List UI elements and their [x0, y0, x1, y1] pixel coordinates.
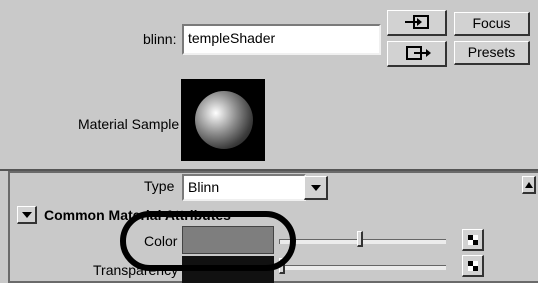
input-connections-button[interactable]: [387, 10, 447, 36]
transparency-map-button[interactable]: [462, 255, 484, 277]
material-sample-label: Material Sample: [78, 116, 180, 132]
focus-button[interactable]: Focus: [454, 12, 530, 36]
material-sample-sphere: [195, 91, 253, 149]
input-connections-icon: [405, 15, 429, 29]
triangle-down-icon: [22, 212, 32, 218]
triangle-up-icon: [525, 182, 533, 188]
output-connections-icon: [406, 46, 431, 60]
material-sample-swatch: [181, 79, 265, 161]
type-select-arrow[interactable]: [304, 176, 328, 200]
presets-button[interactable]: Presets: [454, 41, 530, 65]
chevron-down-icon: [311, 185, 321, 191]
shader-type-label: blinn:: [143, 31, 177, 47]
color-map-button[interactable]: [462, 229, 484, 251]
transparency-slider-track[interactable]: [279, 265, 446, 270]
color-slider-thumb[interactable]: [357, 231, 363, 247]
checker-icon: [468, 235, 478, 245]
section-collapse-button[interactable]: [17, 206, 37, 224]
checker-icon: [468, 261, 478, 271]
output-connections-button[interactable]: [387, 41, 447, 67]
shader-name-field[interactable]: templeShader: [182, 24, 381, 55]
scroll-up-button[interactable]: [522, 176, 536, 194]
highlight-oval: [120, 211, 296, 271]
type-select[interactable]: Blinn: [182, 174, 306, 201]
type-label: Type: [144, 178, 175, 194]
